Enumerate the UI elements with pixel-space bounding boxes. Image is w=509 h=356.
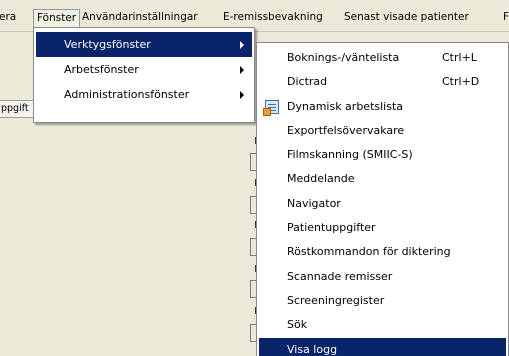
menu-item-sok[interactable]: Sök [259,313,506,337]
menu-item-label: Visa logg [287,342,338,356]
fonster-dropdown: Verktygsfönster Arbetsfönster Administra… [33,27,255,123]
menu-item-shortcut: Ctrl+L [442,51,477,64]
menu-item-patientuppgifter[interactable]: Patientuppgifter [259,216,506,240]
menu-item-label: Administrationsfönster [64,88,190,101]
menu-anvandarinstallningar[interactable]: Användarinställningar [79,9,201,25]
menu-item-dictrad[interactable]: Dictrad Ctrl+D [259,70,506,94]
menu-item-label: Dynamisk arbetslista [287,99,404,113]
menu-item-rostkommandon[interactable]: Röstkommandon för diktering [259,240,506,264]
menu-senast-visade-patienter[interactable]: Senast visade patienter [341,9,472,25]
menu-item-label: Boknings-/väntelista [287,51,400,64]
menu-overflow[interactable]: F [500,9,509,25]
menu-item-arbetsfonster[interactable]: Arbetsfönster [36,57,252,82]
menu-item-label: Verktygsfönster [64,38,151,51]
menu-item-label: Sök [287,318,308,332]
menu-item-label: Dictrad [287,75,328,89]
submenu-arrow-icon [240,41,244,49]
menu-item-screeningregister[interactable]: Screeningregister [259,289,506,313]
menu-item-meddelande[interactable]: Meddelande [259,167,506,191]
menu-e-remissbevakning[interactable]: E-remissbevakning [220,9,326,25]
menu-item-navigator[interactable]: Navigator [259,192,506,216]
menu-item-label: Patientuppgifter [287,221,376,235]
menu-item-visa-logg[interactable]: Visa logg [259,337,506,356]
verktygsfonster-submenu: Boknings-/väntelista Ctrl+L Dictrad Ctrl… [256,42,509,356]
menu-item-shortcut: Ctrl+D [442,75,480,89]
menu-item-label: Navigator [287,196,341,210]
menu-fonster[interactable]: Fönster [33,9,81,27]
menu-item-bokningslista[interactable]: Boknings-/väntelista Ctrl+L [259,46,506,70]
worklist-icon [263,99,279,116]
menu-item-label: Filmskanning (SMIIC-S) [287,148,413,162]
menu-item-dynamisk-arbetslista[interactable]: Dynamisk arbetslista [259,95,506,119]
menu-item-label: Scannade remisser [287,269,393,283]
menu-item-scannade-remisser[interactable]: Scannade remisser [259,265,506,289]
menu-item-label: Screeningregister [287,293,385,307]
menu-item-verktygsfonster[interactable]: Verktygsfönster [36,32,252,57]
menu-item-label: Exportfelsövervakare [287,123,405,137]
menu-era[interactable]: era [0,9,19,25]
submenu-arrow-icon [240,91,244,99]
menu-item-label: Röstkommandon för diktering [287,245,451,259]
menu-item-label: Meddelande [287,172,355,186]
menu-item-label: Arbetsfönster [64,63,139,76]
submenu-arrow-icon [240,66,244,74]
menu-item-filmskanning[interactable]: Filmskanning (SMIIC-S) [259,143,506,167]
menu-item-administrationsfonster[interactable]: Administrationsfönster [36,82,252,107]
menu-item-exportfelsovervakare[interactable]: Exportfelsövervakare [259,119,506,143]
